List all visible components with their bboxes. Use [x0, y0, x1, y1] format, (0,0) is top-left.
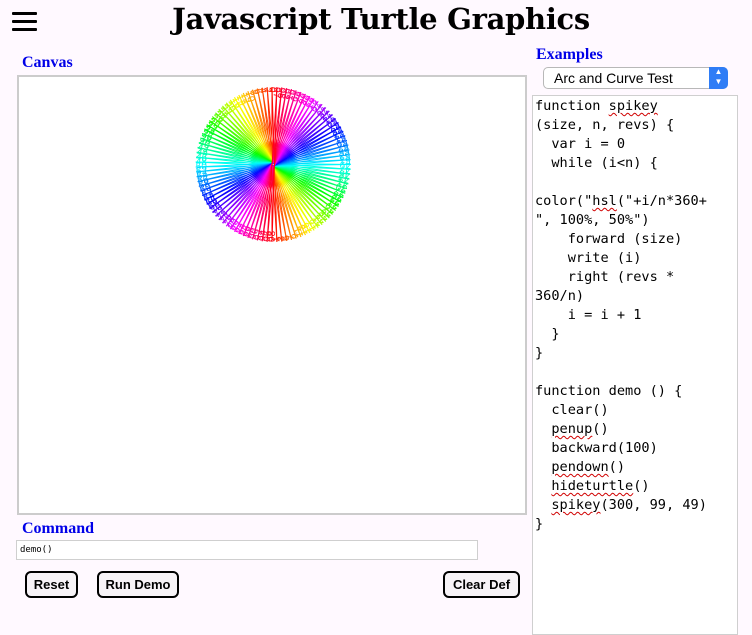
code-line: clear() — [535, 402, 609, 418]
turtle-canvas[interactable]: 0123456789101112131415161718192021222324… — [17, 75, 527, 515]
select-updown-icon: ▲ ▼ — [709, 67, 728, 89]
examples-selected-value: Arc and Curve Test — [554, 70, 673, 86]
turtle-drawing: 0123456789101112131415161718192021222324… — [195, 87, 351, 243]
spike-label: 98 — [267, 230, 278, 242]
code-line: var i = 0 — [535, 136, 626, 152]
code-line: } — [535, 326, 560, 342]
code-line: ", 100%, 50%") — [535, 212, 650, 228]
code-line: backward(100) — [535, 440, 658, 456]
command-label: Command — [22, 520, 95, 537]
command-input[interactable] — [16, 540, 478, 560]
code-text: function spikey (size, n, revs) { var i =… — [533, 96, 737, 534]
code-line: function demo () { — [535, 383, 683, 399]
code-line: (size, n, revs) { — [535, 117, 675, 133]
code-line: } — [535, 345, 544, 361]
code-line: 360/n) — [535, 288, 585, 304]
code-line: i = i + 1 — [535, 307, 642, 323]
run-demo-button[interactable]: Run Demo — [97, 571, 179, 598]
code-line: hideturtle() — [551, 478, 650, 494]
code-line: } — [535, 516, 544, 532]
code-line: while (i<n) { — [535, 155, 658, 171]
reset-button[interactable]: Reset — [25, 571, 78, 598]
clear-def-button[interactable]: Clear Def — [443, 571, 520, 598]
code-line: penup() — [551, 421, 609, 437]
code-line: forward (size) — [535, 231, 683, 247]
code-line: spikey(300, 99, 49) — [551, 497, 707, 513]
canvas-label: Canvas — [22, 54, 73, 71]
code-line: function spikey — [535, 98, 658, 114]
page-title: Javascript Turtle Graphics — [172, 2, 590, 36]
examples-label: Examples — [536, 46, 603, 63]
code-line: write (i) — [535, 250, 642, 266]
examples-select[interactable]: Arc and Curve Test ▲ ▼ — [543, 67, 728, 89]
code-line: right (revs * — [535, 269, 675, 285]
code-line: pendown() — [551, 459, 626, 475]
code-editor[interactable]: function spikey (size, n, revs) { var i =… — [532, 95, 738, 635]
code-line: color("hsl("+i/n*360+ — [535, 193, 707, 209]
